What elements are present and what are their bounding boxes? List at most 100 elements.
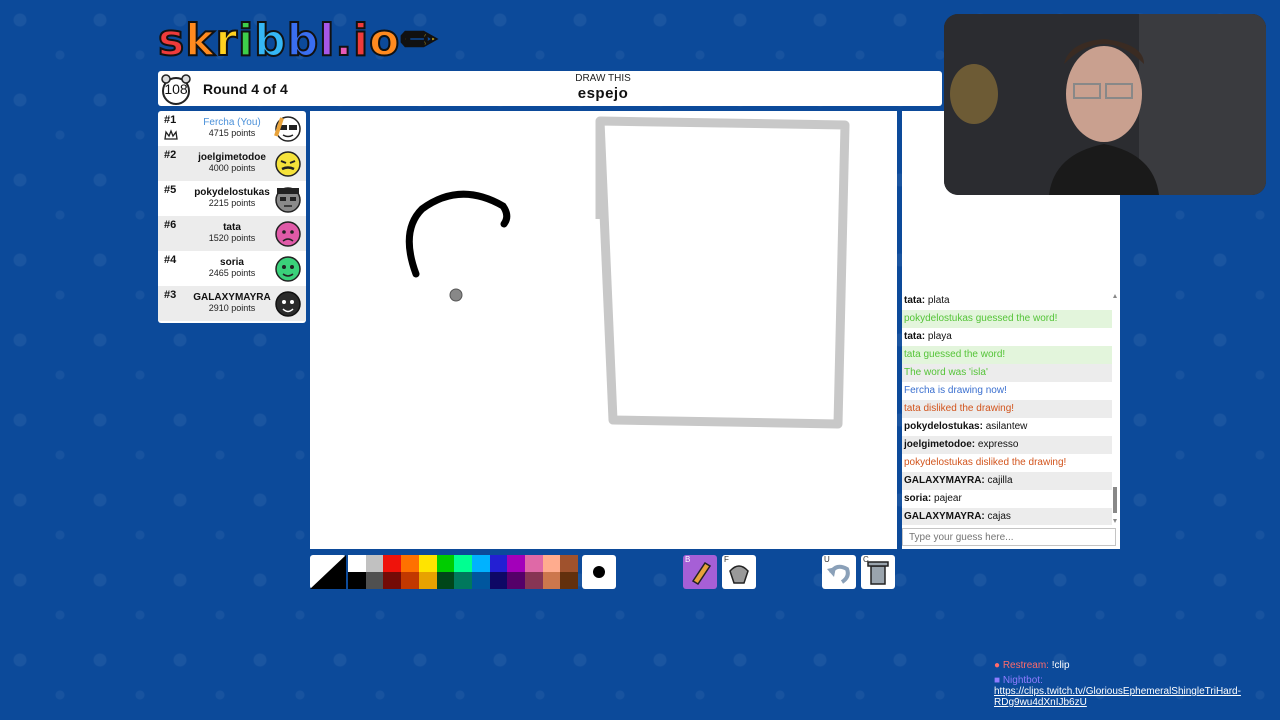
color-swatch[interactable] — [436, 555, 455, 572]
chat-message: joelgimetodoe: expresso — [902, 436, 1112, 454]
color-swatch[interactable] — [401, 555, 420, 572]
color-swatch[interactable] — [560, 555, 579, 572]
current-word: espejo — [577, 85, 629, 102]
player-name: GALAXYMAYRA — [193, 292, 271, 303]
player-name: joelgimetodoe — [198, 152, 266, 163]
color-swatch[interactable] — [507, 572, 526, 589]
color-swatch[interactable] — [418, 572, 437, 589]
brush-tool-button[interactable]: B — [683, 555, 717, 589]
player-row[interactable]: #5 pokydelostukas 2215 points — [158, 181, 306, 216]
player-rank: #6 — [164, 219, 177, 231]
player-points: 4715 points — [208, 128, 256, 138]
avatar — [275, 291, 301, 317]
current-color-icon[interactable] — [310, 555, 346, 589]
color-swatch[interactable] — [471, 555, 490, 572]
color-swatch[interactable] — [383, 555, 402, 572]
avatar — [275, 187, 301, 213]
round-indicator: Round 4 of 4 — [203, 81, 288, 97]
drawing-canvas[interactable] — [310, 111, 897, 549]
player-points: 2465 points — [208, 268, 256, 278]
brush-hotkey: B — [685, 555, 691, 564]
brush-size-button[interactable] — [582, 555, 616, 589]
color-swatch[interactable] — [525, 572, 543, 589]
player-row[interactable]: #2 joelgimetodoe 4000 points — [158, 146, 306, 181]
chat-message: GALAXYMAYRA: cajas — [902, 508, 1112, 525]
player-rank: #2 — [164, 149, 177, 161]
undo-button[interactable]: U — [822, 555, 856, 589]
chat-message: tata disliked the drawing! — [902, 400, 1112, 418]
chat-message: pokydelostukas disliked the drawing! — [904, 457, 1067, 468]
draw-this-label: DRAW THIS — [575, 73, 631, 84]
player-row[interactable]: #3 GALAXYMAYRA 2910 points — [158, 286, 306, 321]
color-swatch[interactable] — [542, 555, 561, 572]
player-name: tata — [223, 222, 241, 233]
chat-message: pokydelostukas: asilantew — [904, 421, 1028, 432]
color-swatch[interactable] — [489, 572, 508, 589]
color-swatch[interactable] — [348, 572, 366, 589]
player-rank: #1 — [164, 114, 177, 126]
player-rank: #3 — [164, 289, 177, 301]
color-swatch[interactable] — [401, 572, 420, 589]
avatar — [275, 256, 301, 282]
player-name: Fercha (You) — [203, 117, 261, 128]
player-points: 2910 points — [208, 303, 256, 313]
avatar — [275, 151, 301, 177]
color-swatch[interactable] — [507, 555, 526, 572]
color-swatch[interactable] — [525, 555, 543, 572]
timer-value: 108 — [164, 81, 188, 97]
webcam-feed — [944, 14, 1266, 195]
color-swatch[interactable] — [454, 572, 473, 589]
fill-hotkey: F — [724, 555, 729, 564]
color-swatch[interactable] — [383, 572, 402, 589]
chat-message: Fercha is drawing now! — [904, 385, 1007, 396]
color-swatch[interactable] — [560, 572, 579, 589]
color-swatch[interactable] — [454, 555, 473, 572]
color-palette[interactable] — [348, 555, 579, 589]
clip-link[interactable]: https://clips.twitch.tv/GloriousEphemera… — [994, 686, 1241, 708]
color-swatch[interactable] — [542, 572, 561, 589]
color-swatch[interactable] — [418, 555, 437, 572]
color-swatch[interactable] — [348, 555, 366, 572]
fill-tool-button[interactable]: F — [722, 555, 756, 589]
undo-hotkey: U — [824, 555, 830, 564]
crown-icon — [164, 129, 178, 140]
webcam-overlay — [944, 14, 1266, 195]
nightbot-icon: ■ — [994, 675, 1001, 686]
player-rank: #5 — [164, 184, 177, 196]
avatar — [275, 221, 301, 247]
player-points: 4000 points — [208, 163, 256, 173]
color-swatch[interactable] — [436, 572, 455, 589]
chat-message: tata guessed the word! — [902, 346, 1112, 364]
canvas-drawing — [405, 116, 850, 429]
color-swatch[interactable] — [365, 555, 384, 572]
player-points: 2215 points — [208, 198, 256, 208]
chat-scrollbar[interactable] — [1112, 292, 1118, 525]
brush-size-icon — [593, 566, 605, 578]
avatar — [274, 116, 301, 142]
color-swatch[interactable] — [489, 555, 508, 572]
clear-button[interactable]: C — [861, 555, 895, 589]
chat-message: tata: playa — [904, 331, 952, 342]
color-swatch[interactable] — [365, 572, 384, 589]
player-row[interactable]: #4 soria 2465 points — [158, 251, 306, 286]
player-points: 1520 points — [208, 233, 256, 243]
skribbl-logo: skribbl.io✏ — [157, 14, 439, 67]
chat-message: pokydelostukas guessed the word! — [902, 310, 1112, 328]
chat-message: The word was 'isla' — [902, 364, 1112, 382]
game-header: 108 Round 4 of 4 DRAW THIS espejo — [158, 71, 942, 106]
chat-message: soria: pajear — [904, 493, 962, 504]
player-rank: #4 — [164, 254, 177, 266]
stream-chat-overlay: ● Restream: !clip ■ Nightbot: https://cl… — [994, 660, 1274, 712]
clear-hotkey: C — [863, 555, 869, 564]
nightbot-message: ■ Nightbot: https://clips.twitch.tv/Glor… — [994, 675, 1241, 708]
color-swatch[interactable] — [471, 572, 490, 589]
chat-message: GALAXYMAYRA: cajilla — [902, 472, 1112, 490]
restream-icon: ● — [994, 660, 1001, 671]
player-row[interactable]: #1 Fercha (You) 4715 points — [158, 111, 306, 146]
player-row[interactable]: #6 tata 1520 points — [158, 216, 306, 251]
guess-input[interactable] — [902, 528, 1116, 546]
player-name: pokydelostukas — [194, 187, 270, 198]
chat-log: tata: plata pokydelostukas guessed the w… — [902, 292, 1120, 525]
player-name: soria — [220, 257, 244, 268]
player-list: #1 Fercha (You) 4715 points #2 joelgimet… — [158, 111, 306, 323]
